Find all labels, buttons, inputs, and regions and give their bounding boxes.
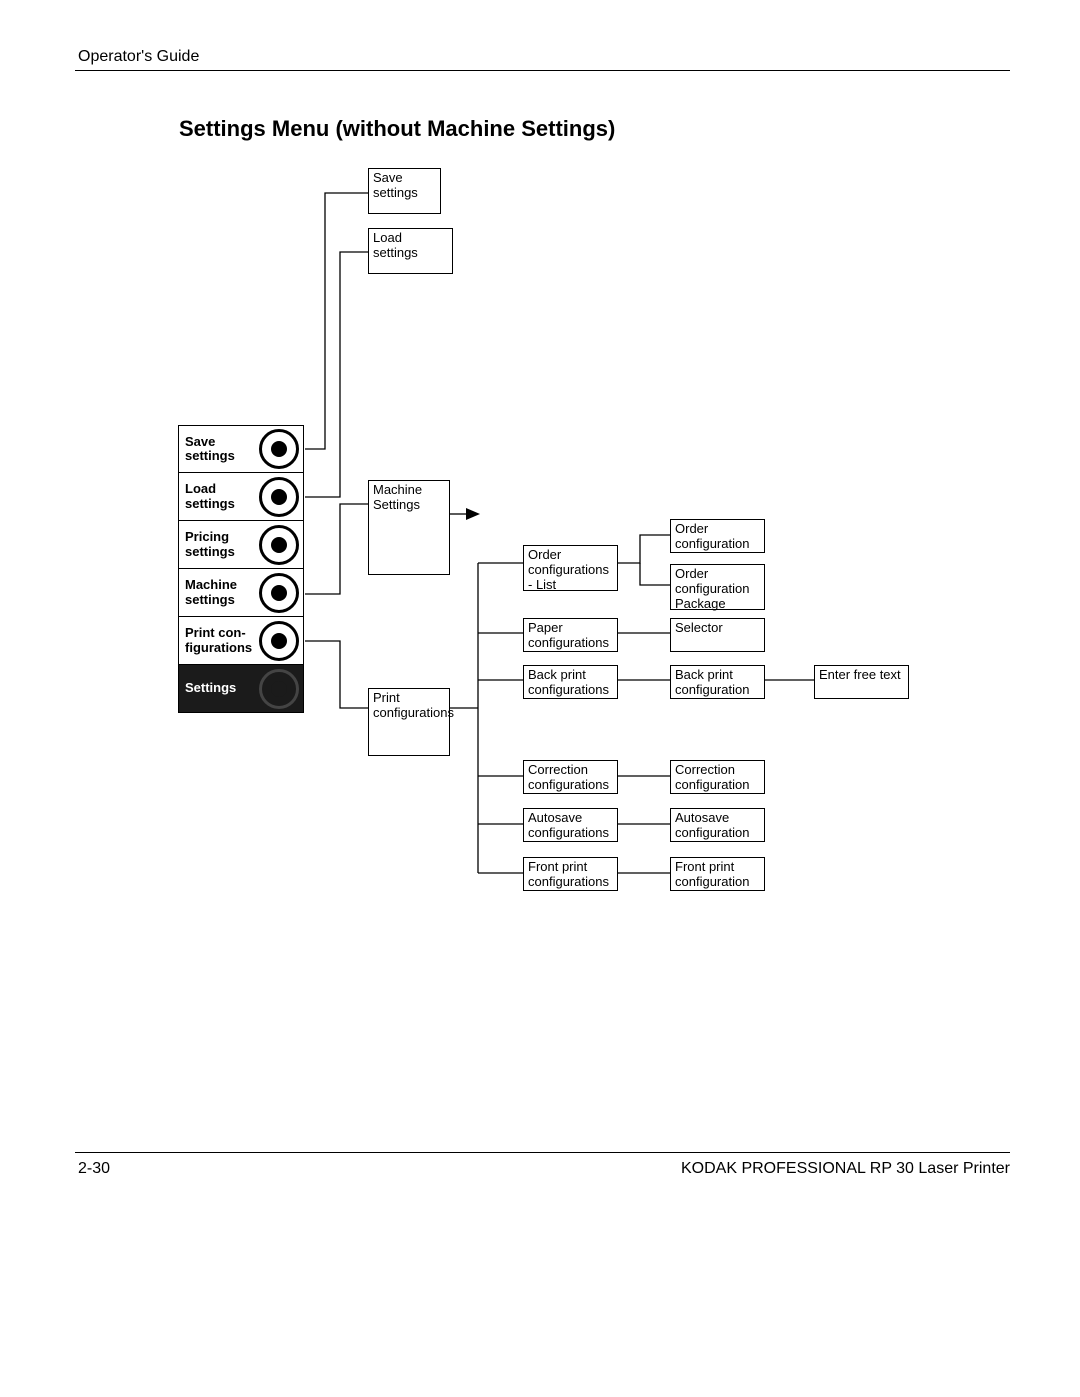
settings-menu-diagram: Save settings Load settings Pricing sett… [0,0,1080,1397]
menu-label-load: Load settings [179,482,259,511]
node-autosave-configs: Autosave configurations [523,808,618,842]
menu-label-pricing: Pricing settings [179,530,259,559]
settings-side-menu: Save settings Load settings Pricing sett… [178,425,304,713]
node-backprint-configs: Back print configurations [523,665,618,699]
menu-label-save: Save settings [179,435,259,464]
node-order-configs-list: Order configurations - List [523,545,618,591]
node-print-configurations: Print configurations [368,688,450,756]
radio-button-icon[interactable] [259,525,299,565]
menu-item-save-settings[interactable]: Save settings [178,425,304,473]
menu-item-machine-settings[interactable]: Machine settings [178,569,304,617]
radio-button-icon[interactable] [259,669,299,709]
menu-item-pricing-settings[interactable]: Pricing settings [178,521,304,569]
menu-label-settings: Settings [179,681,259,695]
radio-button-icon[interactable] [259,477,299,517]
menu-item-print-configurations[interactable]: Print con- figurations [178,617,304,665]
node-correction-configuration: Correction configuration [670,760,765,794]
radio-button-icon[interactable] [259,621,299,661]
menu-item-settings-current[interactable]: Settings [178,665,304,713]
menu-label-machine: Machine settings [179,578,259,607]
node-frontprint-configuration: Front print configuration [670,857,765,891]
menu-label-printconf: Print con- figurations [179,626,259,655]
node-enter-free-text: Enter free text [814,665,909,699]
node-correction-configs: Correction configurations [523,760,618,794]
menu-item-load-settings[interactable]: Load settings [178,473,304,521]
node-frontprint-configs: Front print configurations [523,857,618,891]
document-page: Operator's Guide Settings Menu (without … [0,0,1080,1397]
node-order-configuration: Order configuration [670,519,765,553]
node-selector: Selector [670,618,765,652]
node-save-settings: Save settings [368,168,441,214]
radio-button-icon[interactable] [259,573,299,613]
radio-button-icon[interactable] [259,429,299,469]
node-load-settings: Load settings [368,228,453,274]
node-autosave-configuration: Autosave configuration [670,808,765,842]
node-paper-configs: Paper configurations [523,618,618,652]
node-machine-settings: Machine Settings [368,480,450,575]
node-order-configuration-package: Order configuration Package [670,564,765,610]
arrow-right-icon [466,508,480,520]
node-backprint-configuration: Back print configuration [670,665,765,699]
